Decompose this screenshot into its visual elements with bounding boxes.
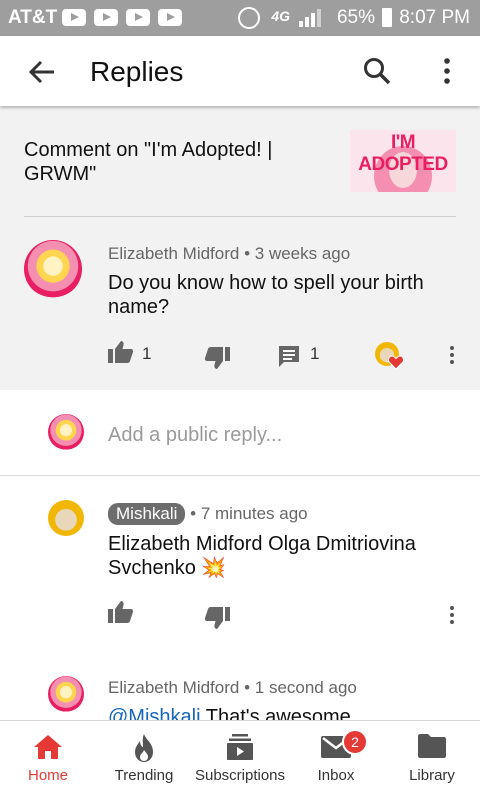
nav-label-subscriptions: Subscriptions bbox=[194, 767, 286, 784]
carrier-label: AT&T bbox=[8, 7, 58, 28]
nav-label-library: Library bbox=[409, 767, 455, 784]
video-context-title[interactable]: Comment on "I'm Adopted! | GRWM" bbox=[24, 138, 324, 186]
status-bar: AT&T 4G 65% 8:07 PM bbox=[0, 0, 480, 36]
battery-icon bbox=[382, 8, 392, 27]
nav-label-trending: Trending bbox=[114, 767, 174, 784]
folder-icon bbox=[418, 734, 446, 758]
comment-time: 3 weeks ago bbox=[254, 244, 351, 263]
reply-author[interactable]: Elizabeth Midford bbox=[108, 678, 239, 697]
like-icon[interactable] bbox=[108, 340, 134, 364]
collision-emoji: 💥 bbox=[201, 557, 227, 579]
alarm-icon bbox=[238, 7, 260, 29]
app-bar: Replies bbox=[0, 36, 480, 106]
reply-count: 1 bbox=[310, 344, 320, 363]
nav-label-inbox: Inbox bbox=[317, 767, 355, 784]
video-thumbnail[interactable]: I'M ADOPTED bbox=[350, 130, 456, 192]
avatar[interactable] bbox=[48, 500, 84, 536]
inbox-badge: 2 bbox=[342, 729, 368, 755]
signal-icon bbox=[299, 9, 321, 27]
creator-badge[interactable]: Mishkali bbox=[108, 503, 186, 525]
battery-percent: 65% bbox=[336, 7, 375, 28]
like-count: 1 bbox=[142, 344, 152, 363]
reply-text: Elizabeth Midford Olga Dmitriovina Svche… bbox=[108, 533, 416, 579]
search-icon[interactable] bbox=[362, 56, 392, 86]
nav-trending[interactable]: Trending bbox=[96, 721, 192, 793]
home-icon bbox=[34, 735, 62, 759]
dislike-icon[interactable] bbox=[204, 606, 230, 630]
back-arrow-icon[interactable] bbox=[26, 56, 58, 88]
comment-more-icon[interactable] bbox=[450, 346, 454, 367]
nav-home[interactable]: Home bbox=[0, 721, 96, 793]
comment-author[interactable]: Elizabeth Midford bbox=[108, 244, 239, 263]
nav-library[interactable]: Library bbox=[384, 721, 480, 793]
more-options-icon[interactable] bbox=[432, 56, 462, 86]
youtube-notification-icon bbox=[62, 9, 86, 26]
network-label: 4G bbox=[271, 8, 290, 24]
like-icon[interactable] bbox=[108, 600, 134, 624]
thumbnail-text: I'M ADOPTED bbox=[358, 132, 448, 175]
avatar bbox=[48, 414, 84, 450]
subscriptions-icon bbox=[227, 734, 253, 760]
reply-meta: Elizabeth Midford • 1 second ago bbox=[108, 678, 357, 697]
clock: 8:07 PM bbox=[399, 7, 470, 28]
comment-text: Do you know how to spell your birth name… bbox=[108, 272, 424, 318]
nav-subscriptions[interactable]: Subscriptions bbox=[192, 721, 288, 793]
youtube-notification-icon bbox=[94, 9, 118, 26]
add-reply-row[interactable]: Add a public reply... bbox=[0, 390, 480, 476]
reply-time: 7 minutes ago bbox=[200, 504, 308, 523]
flame-icon bbox=[135, 734, 153, 762]
dislike-icon[interactable] bbox=[204, 346, 230, 370]
nav-inbox[interactable]: 2 Inbox bbox=[288, 721, 384, 793]
reply-input[interactable]: Add a public reply... bbox=[108, 424, 282, 447]
bottom-navigation: Home Trending Subscriptions 2 Inbox Libr… bbox=[0, 720, 480, 793]
creator-heart-icon bbox=[375, 342, 405, 372]
avatar[interactable] bbox=[48, 676, 84, 712]
reply-time: 1 second ago bbox=[254, 678, 357, 697]
page-title: Replies bbox=[90, 56, 184, 87]
divider bbox=[24, 216, 456, 217]
youtube-notification-icon bbox=[126, 9, 150, 26]
reply-icon[interactable] bbox=[278, 345, 300, 369]
nav-label-home: Home bbox=[27, 767, 68, 784]
comment-meta: Elizabeth Midford • 3 weeks ago bbox=[108, 244, 351, 263]
reply-more-icon[interactable] bbox=[450, 606, 454, 627]
youtube-notification-icon bbox=[158, 9, 182, 26]
avatar[interactable] bbox=[24, 240, 82, 298]
reply-meta: Mishkali • 7 minutes ago bbox=[108, 503, 308, 525]
